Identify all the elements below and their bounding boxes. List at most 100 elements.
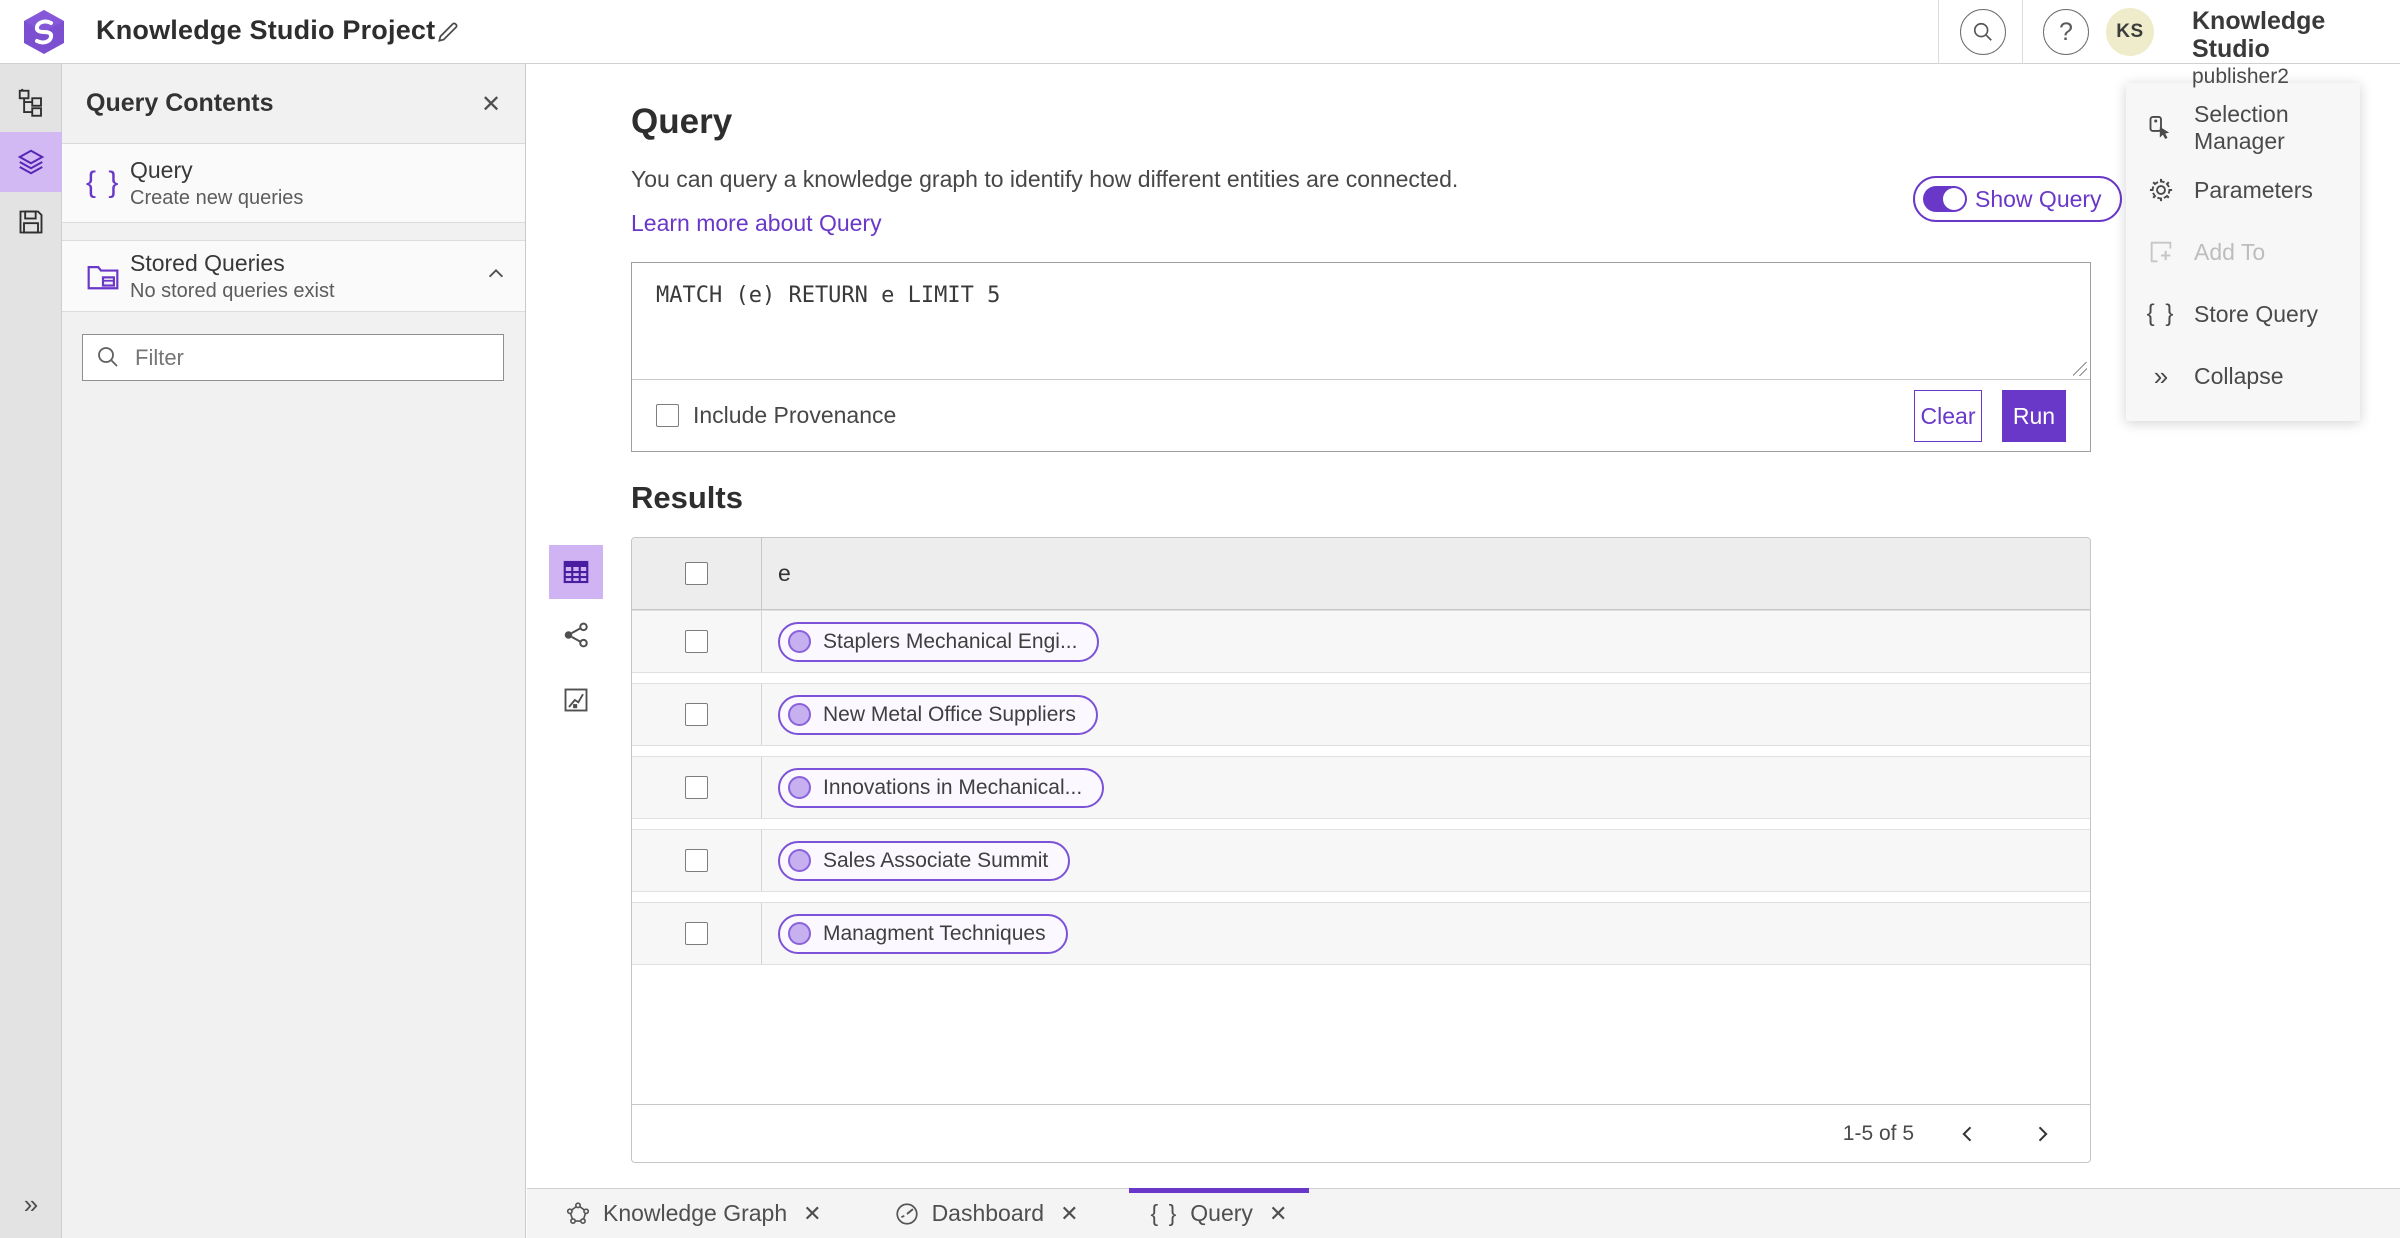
username-label: publisher2: [2192, 65, 2289, 88]
row-checkbox[interactable]: [685, 703, 708, 726]
query-workspace: Query You can query a knowledge graph to…: [527, 64, 2400, 1188]
save-icon: [19, 210, 43, 234]
table-row[interactable]: Sales Associate Summit: [632, 829, 2090, 892]
braces-icon: { }: [1150, 1200, 1179, 1226]
chevron-left-icon: [1962, 1126, 1972, 1141]
menu-item-store-query[interactable]: { } Store Query: [2126, 283, 2360, 345]
entity-chip[interactable]: Innovations in Mechanical...: [778, 767, 1105, 808]
user-avatar[interactable]: KS: [2106, 8, 2154, 56]
show-query-toggle[interactable]: Show Query: [1913, 176, 2122, 222]
dashboard-gauge-icon: [894, 1201, 920, 1227]
menu-item-add-to[interactable]: Add To: [2126, 221, 2360, 283]
filter-search-icon: [96, 345, 120, 374]
close-tab-icon[interactable]: ✕: [1060, 1201, 1078, 1227]
edit-title-button[interactable]: [430, 14, 466, 50]
entity-label: Managment Techniques: [823, 921, 1046, 945]
app-logo-icon[interactable]: [22, 9, 66, 55]
run-button[interactable]: Run: [2002, 390, 2066, 442]
braces-icon: { }: [86, 166, 121, 199]
table-header-row: e: [632, 538, 2090, 610]
search-button[interactable]: [1960, 9, 2006, 55]
user-menu[interactable]: Knowledge Studio publisher2: [2192, 7, 2400, 88]
entity-chip[interactable]: Managment Techniques: [778, 913, 1068, 954]
table-row[interactable]: Managment Techniques: [632, 902, 2090, 965]
layers-icon: [17, 149, 45, 175]
entity-chip[interactable]: Staplers Mechanical Engi...: [778, 621, 1100, 662]
show-query-label: Show Query: [1975, 185, 2102, 212]
query-text-input[interactable]: MATCH (e) RETURN e LIMIT 5: [632, 263, 2090, 379]
add-to-icon: [2146, 238, 2176, 266]
gear-icon: [2146, 176, 2176, 204]
filter-input[interactable]: [82, 334, 504, 381]
topbar-divider: [2022, 0, 2023, 64]
row-checkbox[interactable]: [685, 849, 708, 872]
select-all-checkbox[interactable]: [685, 562, 708, 585]
rail-item-schema[interactable]: [0, 72, 62, 132]
entity-label: New Metal Office Suppliers: [823, 702, 1076, 726]
previous-page-button[interactable]: [1948, 1120, 1988, 1148]
panel-item-stored-queries[interactable]: Stored Queries No stored queries exist: [62, 240, 525, 312]
query-description: You can query a knowledge graph to ident…: [631, 166, 1459, 192]
menu-label: Store Query: [2194, 300, 2318, 327]
query-heading: Query: [631, 102, 733, 141]
entity-dot-icon: [788, 776, 811, 799]
row-checkbox[interactable]: [685, 922, 708, 945]
entity-dot-icon: [788, 703, 811, 726]
close-tab-icon[interactable]: ✕: [1269, 1201, 1287, 1227]
entity-chip[interactable]: Sales Associate Summit: [778, 840, 1071, 881]
query-contents-panel: Query Contents ✕ { } Query Create new qu…: [62, 64, 526, 1238]
table-view-button[interactable]: [549, 545, 603, 599]
next-page-button[interactable]: [2022, 1120, 2062, 1148]
include-provenance-label: Include Provenance: [693, 402, 897, 428]
project-title: Knowledge Studio Project: [96, 15, 436, 45]
expand-rail-button[interactable]: »: [0, 1182, 62, 1226]
entity-dot-icon: [788, 849, 811, 872]
entity-chip[interactable]: New Metal Office Suppliers: [778, 694, 1098, 735]
menu-item-collapse[interactable]: » Collapse: [2126, 345, 2360, 407]
tab-query[interactable]: { } Query ✕: [1128, 1188, 1310, 1238]
stored-queries-title: Stored Queries: [130, 249, 285, 276]
tab-knowledge-graph[interactable]: Knowledge Graph ✕: [543, 1189, 844, 1238]
topbar-divider: [1938, 0, 1939, 64]
chart-icon: [564, 688, 588, 712]
menu-label: Collapse: [2194, 362, 2284, 389]
menu-label: Add To: [2194, 238, 2266, 265]
collapse-stored-queries-button[interactable]: [485, 263, 507, 288]
left-icon-rail: »: [0, 64, 62, 1238]
close-icon: ✕: [480, 90, 502, 118]
stored-queries-folder-icon: [87, 266, 119, 290]
chart-view-button[interactable]: [549, 673, 603, 727]
close-tab-icon[interactable]: ✕: [803, 1201, 821, 1227]
stored-queries-subtitle: No stored queries exist: [130, 279, 335, 302]
rail-item-layers[interactable]: [0, 132, 62, 192]
panel-title: Query Contents: [86, 89, 274, 117]
row-checkbox[interactable]: [685, 630, 708, 653]
learn-more-link[interactable]: Learn more about Query: [631, 210, 882, 237]
query-editor-footer: Include Provenance Clear Run: [632, 380, 2090, 451]
braces-icon: { }: [2146, 300, 2176, 327]
menu-item-parameters[interactable]: Parameters: [2126, 159, 2360, 221]
query-editor-card: MATCH (e) RETURN e LIMIT 5 Include Prove…: [631, 262, 2091, 452]
tab-dashboard[interactable]: Dashboard ✕: [872, 1189, 1101, 1238]
double-chevron-right-icon: »: [23, 1188, 39, 1219]
rail-item-save[interactable]: [0, 192, 62, 252]
results-heading: Results: [631, 480, 743, 515]
table-row[interactable]: New Metal Office Suppliers: [632, 683, 2090, 746]
help-button[interactable]: ?: [2043, 9, 2089, 55]
table-row[interactable]: Innovations in Mechanical...: [632, 756, 2090, 819]
panel-item-query[interactable]: { } Query Create new queries: [62, 144, 525, 223]
close-panel-button[interactable]: ✕: [475, 88, 507, 120]
pagination-range-label: 1-5 of 5: [1842, 1121, 1914, 1145]
link-chart-view-button[interactable]: [549, 608, 603, 662]
clear-button[interactable]: Clear: [1914, 390, 1982, 442]
include-provenance-checkbox[interactable]: [656, 404, 679, 427]
knowledge-studio-app: Knowledge Studio Project ? KS Knowledge …: [0, 0, 2400, 1238]
app-name-label: Knowledge Studio: [2192, 7, 2326, 63]
double-chevron-right-icon: »: [2153, 360, 2169, 391]
menu-item-selection-manager[interactable]: Selection Manager: [2126, 97, 2360, 159]
entity-label: Sales Associate Summit: [823, 848, 1049, 872]
table-row[interactable]: Staplers Mechanical Engi...: [632, 610, 2090, 673]
top-bar: Knowledge Studio Project ? KS Knowledge …: [0, 0, 2400, 88]
row-checkbox[interactable]: [685, 776, 708, 799]
table-body: Staplers Mechanical Engi... New Metal Of…: [632, 610, 2090, 1104]
